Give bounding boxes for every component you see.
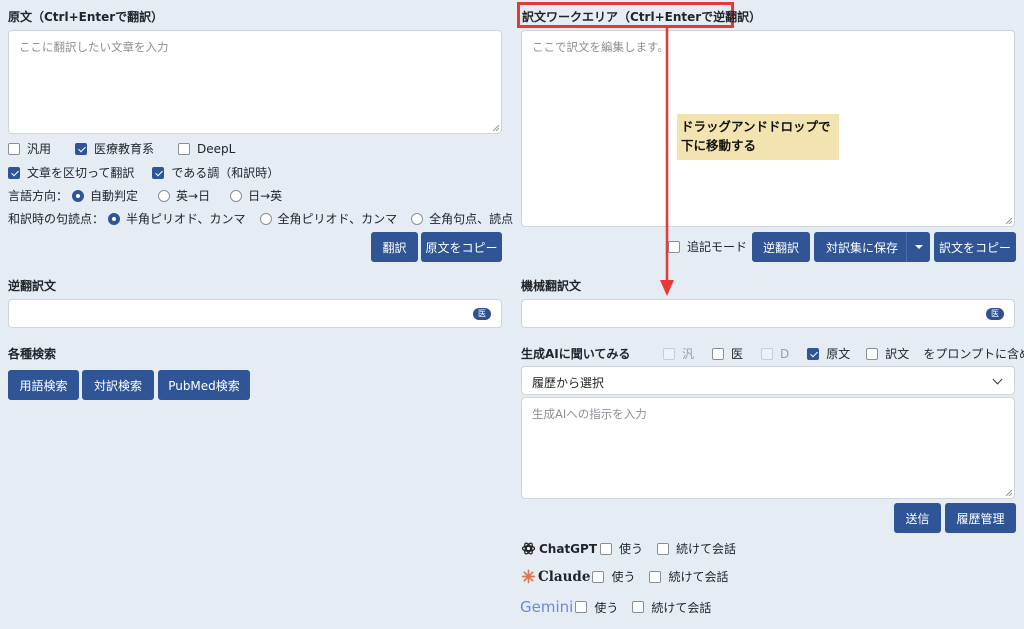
direction-ja-en-label: 日→英: [248, 189, 283, 203]
ai-general-label: 汎: [682, 347, 695, 361]
chatgpt-continue-label: 続けて会話: [676, 542, 737, 556]
ai-source-label: 原文: [826, 347, 851, 361]
history-manage-button[interactable]: 履歴管理: [945, 503, 1016, 533]
punct-half-radio[interactable]: [108, 212, 121, 225]
gemini-continue-label: 続けて会話: [651, 600, 712, 615]
claude-use-checkbox[interactable]: [592, 570, 605, 583]
ai-general-checkbox[interactable]: [663, 347, 675, 360]
punct-half-label: 半角ピリオド、カンマ: [126, 212, 246, 226]
history-select-value: 履歴から選択: [532, 376, 605, 390]
direction-auto-radio[interactable]: [72, 189, 85, 202]
source-textarea[interactable]: ここに翻訳したい文章を入力: [8, 30, 502, 134]
option-medical-checkbox[interactable]: [75, 142, 88, 155]
punct-kuten-radio[interactable]: [411, 212, 424, 225]
split-sentences-label: 文章を区切って翻訳: [27, 166, 135, 180]
provider-chatgpt-row: ChatGPT 使う 続けて会話: [521, 540, 736, 557]
save-pair-label: 対訳集に保存: [826, 240, 899, 255]
gemini-use-checkbox[interactable]: [575, 601, 588, 613]
direction-auto-label: 自動判定: [90, 189, 139, 203]
pubmed-search-button[interactable]: PubMed検索: [158, 370, 250, 400]
medical-badge: 医: [986, 308, 1004, 320]
translate-button[interactable]: 翻訳: [371, 232, 418, 262]
medical-badge: 医: [473, 308, 491, 320]
back-translation-field[interactable]: 医: [8, 299, 502, 328]
ai-medical-checkbox[interactable]: [712, 347, 725, 360]
ai-label: 生成AIに聞いてみる: [521, 347, 631, 361]
append-mode-row: 追記モード: [668, 238, 747, 255]
append-mode-label: 追記モード: [687, 240, 748, 254]
engine-options: 汎用 医療教育系 DeepL: [8, 140, 235, 157]
provider-claude-row: Claude 使う 続けて会話: [521, 568, 729, 585]
back-translation-label: 逆翻訳文: [8, 279, 57, 293]
ai-translation-label: 訳文: [885, 347, 910, 361]
chatgpt-use-checkbox[interactable]: [600, 542, 613, 555]
claude-use-label: 使う: [611, 570, 636, 584]
dearu-style-label: である調（和訳時）: [171, 166, 280, 180]
ai-translation-checkbox[interactable]: [866, 347, 879, 360]
chatgpt-use-label: 使う: [619, 542, 644, 556]
machine-translation-field[interactable]: 医: [521, 299, 1015, 328]
provider-gemini-row: Gemini 使う 続けて会話: [520, 598, 711, 616]
option-deepl-checkbox[interactable]: [178, 142, 191, 155]
claude-continue-checkbox[interactable]: [649, 570, 662, 583]
ai-medical-label: 医: [731, 347, 744, 361]
term-search-button[interactable]: 用語検索: [8, 370, 79, 400]
gemini-logo-text: Gemini: [520, 598, 574, 616]
punct-full-radio[interactable]: [259, 212, 272, 225]
gemini-continue-checkbox[interactable]: [632, 601, 645, 613]
chevron-down-icon[interactable]: [915, 245, 923, 249]
machine-translation-label: 機械翻訳文: [521, 279, 582, 293]
chevron-down-icon: [992, 374, 1003, 385]
option-general-label: 汎用: [27, 142, 52, 156]
translate-options: 文章を区切って翻訳 である調（和訳時）: [8, 164, 279, 181]
direction-label: 言語方向：: [8, 189, 69, 203]
punct-label: 和訳時の句読点：: [8, 212, 105, 226]
source-label: 原文（Ctrl+Enterで翻訳）: [8, 10, 164, 24]
claude-logo-text: Claude: [538, 568, 591, 585]
send-button[interactable]: 送信: [894, 503, 941, 533]
direction-ja-en-radio[interactable]: [230, 189, 243, 202]
direction-en-ja-radio[interactable]: [158, 189, 171, 202]
copy-translation-button[interactable]: 訳文をコピー: [934, 232, 1016, 262]
pair-search-button[interactable]: 対訳検索: [82, 370, 154, 400]
option-medical-label: 医療教育系: [94, 142, 155, 156]
punct-row: 和訳時の句読点： 半角ピリオド、カンマ 全角ピリオド、カンマ 全角句点、読点: [8, 210, 513, 227]
chatgpt-logo-icon: [521, 542, 536, 555]
direction-en-ja-label: 英→日: [176, 189, 211, 203]
option-deepl-label: DeepL: [197, 141, 236, 156]
ai-options: 汎 医 D 原文 訳文 をプロンプトに含める: [663, 345, 1024, 362]
copy-source-button[interactable]: 原文をコピー: [421, 232, 502, 262]
direction-row: 言語方向： 自動判定 英→日 日→英: [8, 187, 282, 204]
work-area-label[interactable]: 訳文ワークエリア（Ctrl+Enterで逆翻訳）: [522, 8, 761, 25]
punct-kuten-label: 全角句点、読点: [429, 212, 514, 226]
gemini-use-label: 使う: [594, 600, 619, 615]
chatgpt-continue-checkbox[interactable]: [657, 542, 670, 555]
drag-arrow-icon: [660, 28, 674, 296]
punct-full-label: 全角ピリオド、カンマ: [277, 212, 398, 226]
dearu-style-checkbox[interactable]: [152, 166, 165, 179]
search-label: 各種検索: [8, 347, 57, 361]
history-select[interactable]: 履歴から選択: [521, 366, 1015, 395]
chatgpt-logo-text: ChatGPT: [539, 541, 598, 556]
split-sentences-checkbox[interactable]: [8, 166, 20, 179]
ai-suffix-label: をプロンプトに含める: [923, 347, 1024, 361]
back-translate-button[interactable]: 逆翻訳: [752, 232, 810, 262]
ai-deepl-label: D: [780, 346, 790, 361]
drag-annotation: ドラッグアンドドロップで 下に移動する: [677, 114, 839, 160]
claude-continue-label: 続けて会話: [668, 570, 729, 584]
ai-source-checkbox[interactable]: [807, 347, 820, 360]
claude-logo-icon: [521, 569, 536, 584]
ai-prompt-textarea[interactable]: 生成AIへの指示を入力: [521, 397, 1015, 499]
save-pair-button[interactable]: 対訳集に保存: [814, 232, 930, 262]
ai-deepl-checkbox[interactable]: [761, 347, 774, 360]
option-general-checkbox[interactable]: [8, 142, 20, 155]
